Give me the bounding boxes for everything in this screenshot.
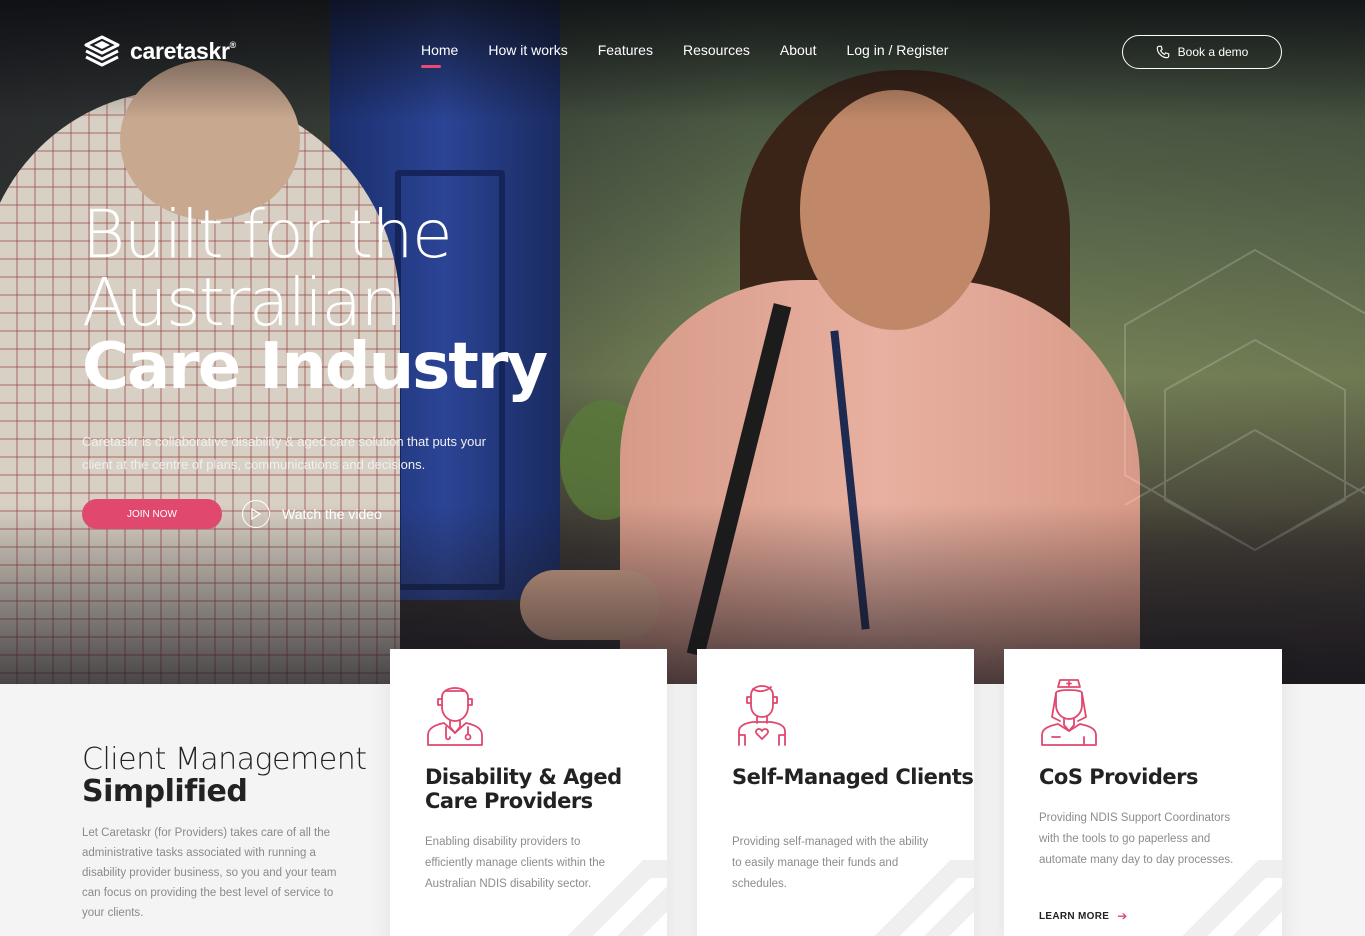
section-title-bold: Simplified	[82, 774, 248, 809]
section-description: Let Caretaskr (for Providers) takes care…	[82, 827, 337, 919]
nav-item-login-register[interactable]: Log in / Register	[846, 42, 948, 64]
card-cos-providers[interactable]: CoS Providers Providing NDIS Support Coo…	[1004, 649, 1282, 936]
join-now-button[interactable]: JOIN NOW	[82, 499, 222, 529]
book-demo-button[interactable]: Book a demo	[1122, 35, 1282, 69]
nav-item-features[interactable]: Features	[598, 42, 653, 64]
nav-item-about[interactable]: About	[780, 42, 817, 64]
card-description: Enabling disability providers to efficie…	[425, 836, 606, 890]
nurse-icon	[1041, 679, 1097, 746]
hero-section: caretaskr® Home How it works Features Re…	[0, 0, 1365, 684]
hero-description: Caretaskr is collaborative disability & …	[82, 434, 486, 472]
nav-item-home[interactable]: Home	[421, 42, 458, 68]
nav-item-how-it-works[interactable]: How it works	[488, 42, 567, 64]
watch-video-label: Watch the video	[282, 506, 382, 522]
arrow-right-icon: ➔	[1117, 909, 1128, 923]
hero-title-line1: Built for the	[82, 196, 453, 273]
learn-more-link[interactable]: LEARN MORE ➔	[1039, 909, 1128, 923]
card-description: Providing NDIS Support Coordinators with…	[1039, 812, 1234, 866]
play-icon	[242, 500, 270, 528]
book-demo-label: Book a demo	[1177, 45, 1249, 59]
watch-video-link[interactable]: Watch the video	[242, 500, 382, 528]
hero-title-line2: Australian	[82, 264, 402, 341]
section-title-light: Client Management	[82, 742, 367, 777]
nav-item-resources[interactable]: Resources	[683, 42, 750, 64]
brand-logo[interactable]: caretaskr®	[82, 34, 236, 68]
card-title: Disability & Aged Care Providers	[425, 765, 622, 813]
hero-title-line3: Care Industry	[82, 330, 548, 404]
client-icon	[738, 685, 786, 746]
hero-photo-woman-face	[800, 90, 990, 330]
brand-name: caretaskr®	[130, 37, 236, 64]
card-disability-aged-care[interactable]: Disability & Aged Care Providers Enablin…	[390, 649, 667, 936]
main-nav: Home How it works Features Resources Abo…	[421, 42, 948, 68]
caretaskr-logo-icon	[84, 35, 120, 67]
card-description: Providing self-managed with the ability …	[732, 836, 929, 890]
learn-more-label: LEARN MORE	[1039, 910, 1110, 922]
phone-icon	[1156, 45, 1169, 59]
card-title: Self-Managed Clients	[732, 765, 974, 789]
doctor-icon	[427, 687, 483, 746]
card-title: CoS Providers	[1039, 765, 1198, 789]
card-self-managed-clients[interactable]: Self-Managed Clients Providing self-mana…	[697, 649, 974, 936]
